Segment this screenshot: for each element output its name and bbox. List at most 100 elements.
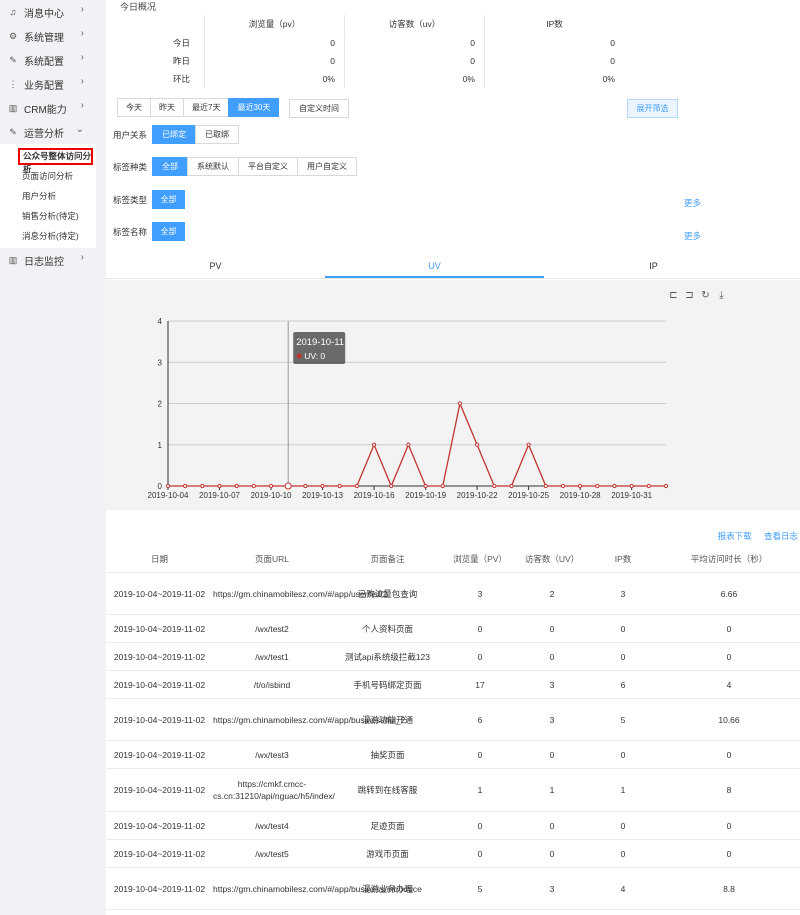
tab-uv[interactable]: UV xyxy=(325,256,544,278)
sidebar-item-crm[interactable]: ▥ CRM能力 › xyxy=(0,96,96,120)
table-cell: 1 xyxy=(477,785,483,795)
table-cell: 5 xyxy=(477,883,483,894)
table-row: 2019-10-04~2019-11-02 /wx/test2 个人资料页面 0… xyxy=(106,615,800,643)
data-point xyxy=(663,483,669,489)
tooltip-value: UV: 0 xyxy=(304,351,325,361)
filter-system-default-button[interactable]: 系统默认 xyxy=(187,157,239,176)
table-cell: 0 xyxy=(477,623,483,634)
table-row: 2019-10-04~2019-11-02 /wx/test4 足迹页面 0 0… xyxy=(106,812,800,840)
sidebar-item-operations-analysis[interactable]: ✎ 运营分析 ⌄ xyxy=(0,120,96,144)
tab-ip[interactable]: IP xyxy=(544,256,763,278)
overview-row-label: 环比 xyxy=(172,74,190,84)
expand-filter-button[interactable]: 展开筛选 xyxy=(627,99,678,118)
table-cell: 0 xyxy=(549,848,555,859)
sidebar-item-system-management[interactable]: ⚙ 系统管理 › xyxy=(0,24,96,48)
book-icon: ▥ xyxy=(8,254,18,265)
data-point xyxy=(284,482,292,490)
x-tick-label: 2019-10-22 xyxy=(457,491,498,500)
table-row: 2019-10-04~2019-11-02 https://cmkf.cmcc-… xyxy=(106,769,800,812)
filter-tag-kind: 标签种类 全部 系统默认 平台自定义 用户自定义 xyxy=(113,157,357,176)
chevron-right-icon: › xyxy=(80,76,84,87)
data-point xyxy=(492,483,497,489)
table-cell: 0 xyxy=(477,848,483,859)
table-row: 2019-10-04~2019-11-02 /t/o/isbind 手机号码绑定… xyxy=(106,671,800,699)
submenu-item-account-overview[interactable]: 公众号整体访问分析 xyxy=(18,148,93,174)
data-point xyxy=(183,483,188,489)
report-download-link[interactable]: 报表下载 xyxy=(718,531,752,541)
table-cell: 4 xyxy=(620,883,626,894)
table-cell: 2019-10-04~2019-11-02 xyxy=(113,651,206,662)
submenu-item-user-analysis[interactable]: 用户分析 xyxy=(0,186,96,206)
table-cell: 3 xyxy=(620,588,626,599)
filter-unbound-button[interactable]: 已取绑 xyxy=(195,125,239,144)
sidebar-item-system-config[interactable]: ✎ 系统配置 › xyxy=(0,48,96,72)
table-cell: 2019-10-04~2019-11-02 xyxy=(113,714,206,725)
table-row: 2019-10-04~2019-11-02 /wx/test1 测试api系统级… xyxy=(106,643,800,671)
filter-platform-custom-button[interactable]: 平台自定义 xyxy=(238,157,298,176)
overview-header-pv: 浏览量（pv） xyxy=(204,15,344,33)
x-tick-label: 2019-10-19 xyxy=(405,491,446,500)
table-cell: 2019-10-04~2019-11-02 xyxy=(113,588,206,599)
bell-icon: ♫ xyxy=(9,7,17,17)
table-cell: 6 xyxy=(477,714,483,725)
sidebar-item-label: 系统管理 xyxy=(24,32,64,44)
filter-all-button[interactable]: 全部 xyxy=(152,157,188,176)
range-7days-button[interactable]: 最近7天 xyxy=(183,98,230,117)
y-tick-label: 4 xyxy=(158,317,163,326)
y-tick-label: 0 xyxy=(158,482,163,491)
table-cell: 漫游功能开通 xyxy=(361,714,413,725)
filter-label: 标签类型 xyxy=(113,194,148,205)
custom-time-button[interactable]: 自定义时间 xyxy=(289,99,349,118)
filter-user-custom-button[interactable]: 用户自定义 xyxy=(297,157,357,176)
filter-bound-button[interactable]: 已绑定 xyxy=(152,125,196,144)
sidebar-item-message-center[interactable]: ♫ 消息中心 › xyxy=(0,0,96,24)
table-cell: 跳转到在线客服 xyxy=(357,785,418,795)
column-header: 日期 xyxy=(150,554,168,564)
filter-all-button[interactable]: 全部 xyxy=(152,190,185,209)
table-cell: 0 xyxy=(549,820,555,831)
table-cell: 2019-10-04~2019-11-02 xyxy=(113,623,206,634)
sidebar-item-business-config[interactable]: ⋮ 业务配置 › xyxy=(0,72,96,96)
data-point xyxy=(217,483,222,489)
submenu-item-message-analysis[interactable]: 消息分析(待定) xyxy=(0,226,96,246)
filter-all-button[interactable]: 全部 xyxy=(152,222,185,241)
submenu-item-page-analysis[interactable]: 页面访问分析 xyxy=(0,166,96,186)
data-point xyxy=(578,483,583,489)
metric-tabs: PV UV IP xyxy=(106,256,800,279)
table-cell: 3 xyxy=(549,883,555,894)
table-cell: /wx/test5 xyxy=(255,848,289,859)
table-cell: 抽奖页面 xyxy=(370,749,405,760)
table-cell: 0 xyxy=(477,820,483,831)
overview-cell: 0 xyxy=(484,34,624,52)
range-30days-button[interactable]: 最近30天 xyxy=(228,98,280,117)
range-yesterday-button[interactable]: 昨天 xyxy=(150,98,184,117)
data-point xyxy=(389,483,394,489)
data-point xyxy=(320,483,325,489)
column-header: 页面备注 xyxy=(370,554,405,564)
y-tick-label: 2 xyxy=(158,400,163,409)
tab-pv[interactable]: PV xyxy=(106,256,325,278)
table-cell: 2019-10-04~2019-11-02 xyxy=(113,749,206,760)
uv-line-chart: 0 1 2 3 4 2019-10-04 2019-10-07 2019-10-10 2019-… xyxy=(148,317,669,500)
data-point xyxy=(354,483,359,489)
tag-name-more-link[interactable]: 更多 xyxy=(684,230,701,242)
data-point xyxy=(406,442,411,447)
data-point xyxy=(440,483,445,489)
sidebar-item-label: 系统配置 xyxy=(24,56,64,68)
filter-relation: 用户关系 已绑定 已取绑 xyxy=(113,125,239,144)
data-point xyxy=(595,483,600,489)
table-cell: 3 xyxy=(549,714,555,725)
filter-label: 用户关系 xyxy=(113,129,148,140)
tag-type-more-link[interactable]: 更多 xyxy=(684,197,701,209)
table-cell: /t/o/isbind xyxy=(253,679,291,690)
submenu-item-sales-analysis[interactable]: 销售分析(待定) xyxy=(0,206,96,226)
table-cell: 2 xyxy=(549,588,555,599)
overview-row-label: 今日 xyxy=(172,38,190,48)
filter-label: 标签种类 xyxy=(113,161,148,172)
range-today-button[interactable]: 今天 xyxy=(117,98,151,117)
view-log-link[interactable]: 查看日志 xyxy=(764,531,798,541)
sidebar-item-log-monitor[interactable]: ▥ 日志监控 › xyxy=(0,248,96,272)
overview-cell: 0% xyxy=(204,70,344,88)
table-cell: 0 xyxy=(726,848,732,859)
table-cell: 0 xyxy=(549,623,555,634)
